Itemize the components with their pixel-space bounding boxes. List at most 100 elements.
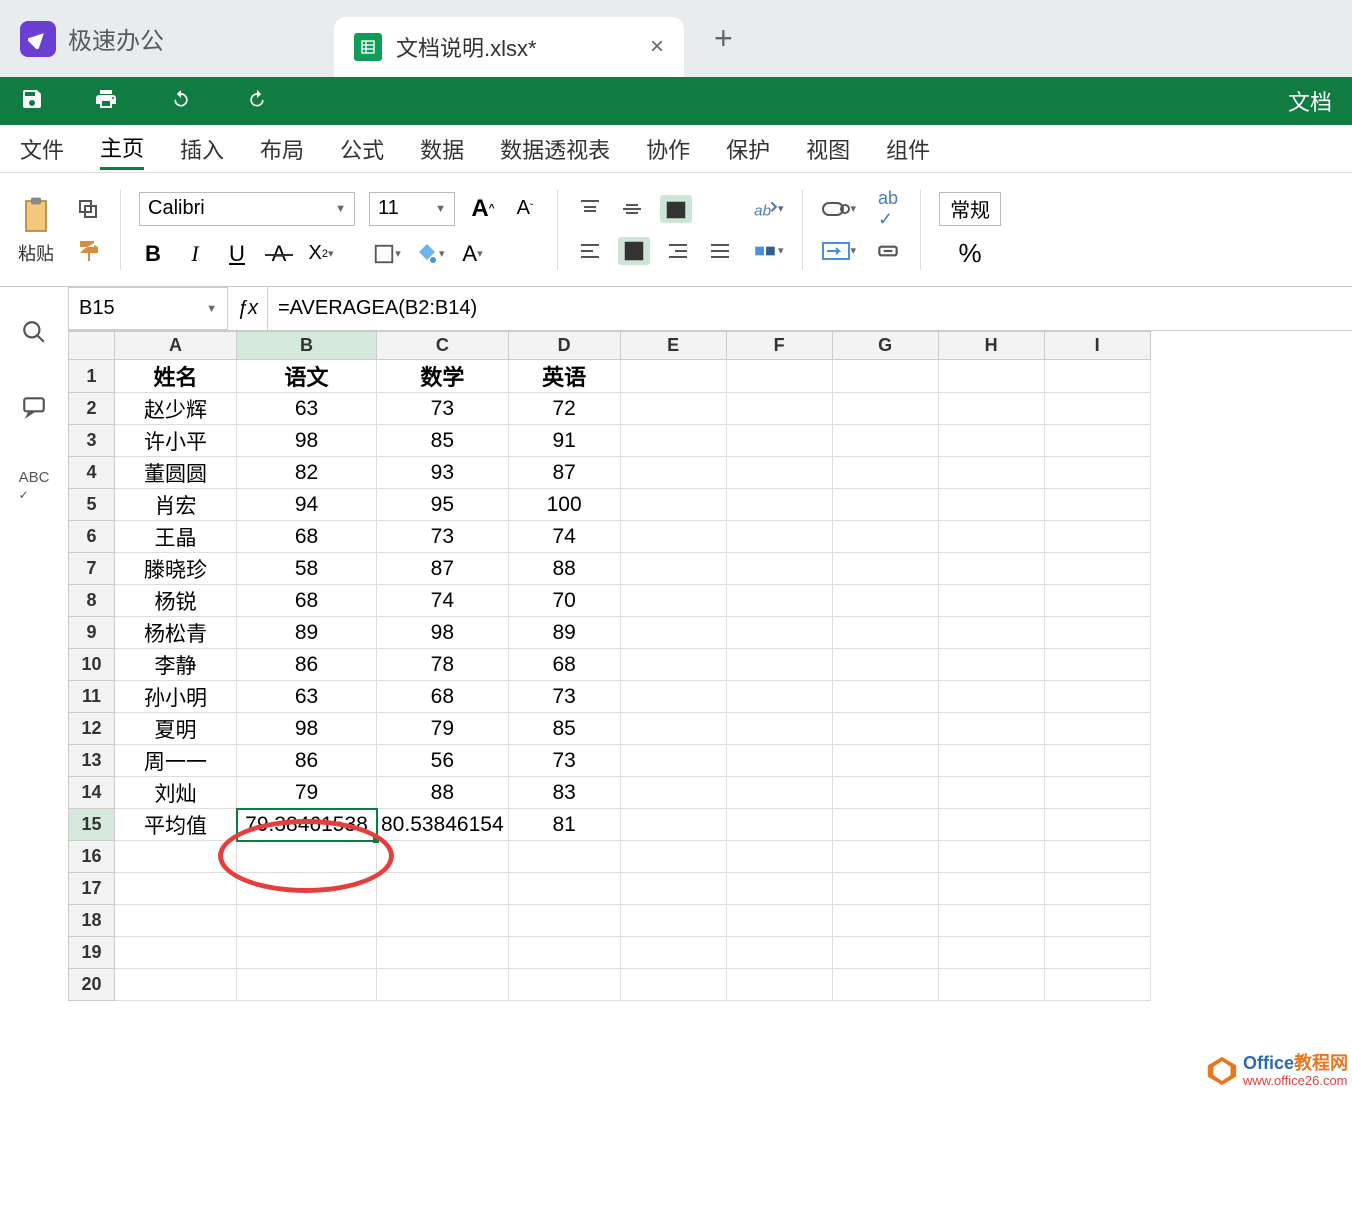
cell[interactable] bbox=[938, 585, 1044, 617]
row-header[interactable]: 1 bbox=[69, 360, 115, 393]
fx-icon[interactable]: ƒx bbox=[228, 287, 268, 330]
cell[interactable]: 刘灿 bbox=[115, 777, 237, 809]
close-icon[interactable]: × bbox=[650, 33, 664, 61]
cell[interactable] bbox=[832, 393, 938, 425]
italic-icon[interactable]: I bbox=[181, 240, 209, 268]
cell[interactable] bbox=[726, 457, 832, 489]
cell[interactable] bbox=[938, 489, 1044, 521]
cell[interactable] bbox=[1044, 745, 1150, 777]
increase-font-icon[interactable]: A^ bbox=[469, 195, 497, 223]
cell[interactable] bbox=[508, 969, 620, 1001]
cell[interactable] bbox=[726, 553, 832, 585]
row-header[interactable]: 15 bbox=[69, 809, 115, 841]
cell[interactable] bbox=[620, 777, 726, 809]
row-header[interactable]: 11 bbox=[69, 681, 115, 713]
cell[interactable] bbox=[1044, 393, 1150, 425]
cell[interactable] bbox=[726, 649, 832, 681]
cell[interactable] bbox=[726, 905, 832, 937]
cell[interactable] bbox=[726, 681, 832, 713]
cell[interactable] bbox=[620, 393, 726, 425]
row-header[interactable]: 7 bbox=[69, 553, 115, 585]
cell[interactable]: 68 bbox=[237, 521, 377, 553]
underline-icon[interactable]: U bbox=[223, 240, 251, 268]
name-manager-icon[interactable]: ▾ bbox=[821, 195, 857, 223]
cell[interactable] bbox=[377, 841, 509, 873]
cell[interactable] bbox=[237, 937, 377, 969]
align-left-icon[interactable] bbox=[576, 237, 604, 265]
cell[interactable] bbox=[726, 585, 832, 617]
number-format-select[interactable]: 常规 bbox=[939, 192, 1001, 226]
cell[interactable]: 68 bbox=[377, 681, 509, 713]
cell[interactable]: 许小平 bbox=[115, 425, 237, 457]
cell[interactable] bbox=[832, 777, 938, 809]
cell[interactable] bbox=[832, 905, 938, 937]
align-bottom-icon[interactable] bbox=[660, 195, 692, 223]
menu-item-2[interactable]: 插入 bbox=[180, 129, 224, 169]
cell[interactable] bbox=[726, 873, 832, 905]
menu-item-1[interactable]: 主页 bbox=[100, 127, 144, 170]
cell[interactable] bbox=[115, 841, 237, 873]
cell[interactable] bbox=[726, 841, 832, 873]
cell[interactable] bbox=[832, 489, 938, 521]
save-icon[interactable] bbox=[20, 87, 44, 116]
name-box[interactable]: B15▼ bbox=[68, 287, 228, 330]
cell[interactable] bbox=[726, 617, 832, 649]
cell[interactable] bbox=[620, 553, 726, 585]
menu-item-5[interactable]: 数据 bbox=[420, 129, 464, 169]
new-tab-button[interactable]: + bbox=[714, 20, 733, 57]
cell[interactable]: 70 bbox=[508, 585, 620, 617]
decrease-font-icon[interactable]: Aˇ bbox=[511, 195, 539, 223]
row-header[interactable]: 14 bbox=[69, 777, 115, 809]
cell[interactable] bbox=[832, 649, 938, 681]
cell[interactable] bbox=[832, 809, 938, 841]
column-header[interactable]: B bbox=[237, 332, 377, 360]
cell[interactable]: 79.38461538 bbox=[237, 809, 377, 841]
cell[interactable] bbox=[938, 393, 1044, 425]
column-header[interactable]: C bbox=[377, 332, 509, 360]
row-header[interactable]: 6 bbox=[69, 521, 115, 553]
cell[interactable] bbox=[620, 969, 726, 1001]
cell[interactable] bbox=[1044, 585, 1150, 617]
cell[interactable] bbox=[726, 745, 832, 777]
cell[interactable] bbox=[832, 521, 938, 553]
merge-icon[interactable]: ▾ bbox=[752, 237, 784, 265]
cell[interactable] bbox=[726, 360, 832, 393]
orientation-icon[interactable]: ab▾ bbox=[752, 195, 784, 223]
cell[interactable] bbox=[620, 521, 726, 553]
wrap-text-icon[interactable]: ▾ bbox=[821, 237, 857, 265]
hyperlink-icon[interactable] bbox=[874, 237, 902, 265]
cell[interactable] bbox=[620, 585, 726, 617]
menu-item-8[interactable]: 保护 bbox=[726, 129, 770, 169]
cell[interactable]: 语文 bbox=[237, 360, 377, 393]
cell[interactable]: 68 bbox=[237, 585, 377, 617]
cell[interactable] bbox=[620, 905, 726, 937]
cell[interactable] bbox=[726, 809, 832, 841]
cell[interactable] bbox=[1044, 489, 1150, 521]
cell[interactable] bbox=[832, 360, 938, 393]
font-size-select[interactable]: 11▼ bbox=[369, 192, 455, 226]
cell[interactable] bbox=[938, 969, 1044, 1001]
column-header[interactable]: E bbox=[620, 332, 726, 360]
spreadsheet-grid[interactable]: ABCDEFGHI1姓名语文数学英语2赵少辉6373723许小平9885914董… bbox=[68, 331, 1352, 1228]
cell[interactable] bbox=[237, 841, 377, 873]
align-top-icon[interactable] bbox=[576, 195, 604, 223]
cell[interactable]: 74 bbox=[508, 521, 620, 553]
cell[interactable] bbox=[620, 841, 726, 873]
cell[interactable]: 73 bbox=[377, 393, 509, 425]
cell[interactable] bbox=[1044, 873, 1150, 905]
subscript-icon[interactable]: X2▾ bbox=[307, 240, 335, 268]
redo-icon[interactable] bbox=[244, 89, 270, 114]
cell[interactable]: 86 bbox=[237, 745, 377, 777]
cell[interactable] bbox=[1044, 617, 1150, 649]
cell[interactable]: 91 bbox=[508, 425, 620, 457]
cell[interactable] bbox=[620, 809, 726, 841]
cell[interactable]: 100 bbox=[508, 489, 620, 521]
cell[interactable] bbox=[938, 649, 1044, 681]
cell[interactable] bbox=[508, 873, 620, 905]
cell[interactable]: 89 bbox=[508, 617, 620, 649]
cell[interactable] bbox=[726, 393, 832, 425]
cell[interactable] bbox=[938, 745, 1044, 777]
row-header[interactable]: 13 bbox=[69, 745, 115, 777]
cell[interactable]: 98 bbox=[377, 617, 509, 649]
cell[interactable]: 赵少辉 bbox=[115, 393, 237, 425]
